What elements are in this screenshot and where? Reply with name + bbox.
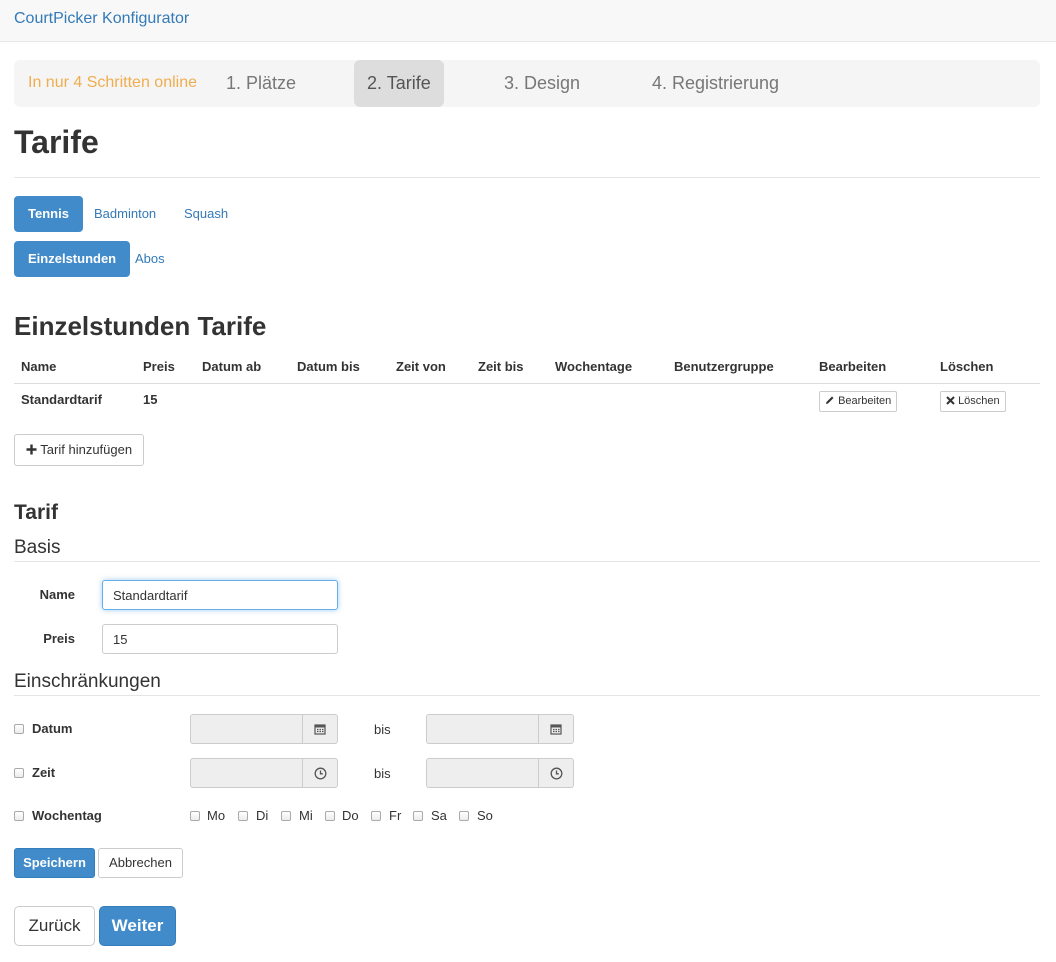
date-from-calendar-button[interactable] xyxy=(302,714,338,744)
col-header-loeschen: Löschen xyxy=(940,359,994,374)
weekday-do-checkbox[interactable] xyxy=(325,811,335,821)
weekday-sa-label: Sa xyxy=(431,808,447,823)
col-header-bearbeiten: Bearbeiten xyxy=(819,359,887,374)
tab-abos[interactable]: Abos xyxy=(121,241,179,277)
weekday-so-label: So xyxy=(477,808,493,823)
tab-squash[interactable]: Squash xyxy=(170,196,242,232)
table-title: Einzelstunden Tarife xyxy=(14,311,267,341)
time-from-field[interactable] xyxy=(190,758,303,788)
delete-button[interactable]: Löschen xyxy=(940,391,1006,412)
brand-link[interactable]: CourtPicker Konfigurator xyxy=(14,10,189,28)
tab-einzelstunden[interactable]: Einzelstunden xyxy=(14,241,131,277)
weekday-mo-label: Mo xyxy=(207,808,226,823)
name-label: Name xyxy=(39,587,75,602)
step-tarife[interactable]: 2. Tarife xyxy=(354,60,444,107)
col-header-wochentage: Wochentage xyxy=(555,359,633,374)
col-header-benutzergruppe: Benutzergruppe xyxy=(674,359,774,374)
weekday-mi-checkbox[interactable] xyxy=(281,811,291,821)
date-from-field[interactable] xyxy=(190,714,303,744)
step-design[interactable]: 3. Design xyxy=(491,60,593,107)
weekday-checkbox[interactable] xyxy=(14,811,24,821)
time-checkbox[interactable] xyxy=(14,768,24,778)
time-to-field[interactable] xyxy=(426,758,539,788)
row-price: 15 xyxy=(143,392,158,407)
time-to-clock-button[interactable] xyxy=(538,758,574,788)
weekday-mo-checkbox[interactable] xyxy=(190,811,200,821)
weekday-di-label: Di xyxy=(256,808,269,823)
clock-icon xyxy=(550,767,562,779)
edit-button-label: Bearbeiten xyxy=(838,395,892,407)
time-label: Zeit xyxy=(32,765,56,780)
cancel-button[interactable]: Abbrechen xyxy=(98,848,183,878)
time-bis-label: bis xyxy=(374,766,391,781)
step-registrierung[interactable]: 4. Registrierung xyxy=(639,60,792,107)
edit-button[interactable]: Bearbeiten xyxy=(819,391,898,412)
tab-badminton[interactable]: Badminton xyxy=(80,196,170,232)
name-field[interactable] xyxy=(102,580,338,610)
date-to-field[interactable] xyxy=(426,714,539,744)
date-checkbox[interactable] xyxy=(14,724,24,734)
weekday-fr-label: Fr xyxy=(389,808,402,823)
date-label: Datum xyxy=(32,721,73,736)
delete-button-label: Löschen xyxy=(958,395,1000,407)
price-field[interactable] xyxy=(102,624,338,654)
restrictions-legend: Einschränkungen xyxy=(14,671,161,692)
save-button[interactable]: Speichern xyxy=(14,848,95,878)
price-label: Preis xyxy=(43,631,75,646)
basis-legend: Basis xyxy=(14,537,61,558)
col-header-datum-bis: Datum bis xyxy=(297,359,360,374)
col-header-zeit-von: Zeit von xyxy=(396,359,446,374)
date-to-calendar-button[interactable] xyxy=(538,714,574,744)
col-header-datum-ab: Datum ab xyxy=(202,359,262,374)
plus-icon xyxy=(26,444,37,455)
col-header-zeit-bis: Zeit bis xyxy=(478,359,524,374)
basis-divider xyxy=(14,561,1040,562)
weekday-mi-label: Mi xyxy=(299,808,313,823)
add-tariff-button[interactable]: Tarif hinzufügen xyxy=(14,434,144,466)
close-icon xyxy=(946,396,955,405)
restrictions-divider xyxy=(14,695,1040,696)
weekday-so-checkbox[interactable] xyxy=(459,811,469,821)
back-button[interactable]: Zurück xyxy=(14,906,95,946)
col-header-preis: Preis xyxy=(143,359,175,374)
page-title: Tarife xyxy=(14,124,99,160)
add-tariff-label: Tarif hinzufügen xyxy=(40,442,133,457)
time-from-clock-button[interactable] xyxy=(302,758,338,788)
pencil-icon xyxy=(826,396,834,404)
next-button[interactable]: Weiter xyxy=(99,906,176,946)
weekday-di-checkbox[interactable] xyxy=(238,811,248,821)
step-plaetze[interactable]: 1. Plätze xyxy=(213,60,309,107)
date-bis-label: bis xyxy=(374,722,391,737)
wizard-steps: In nur 4 Schritten online 1. Plätze 2. T… xyxy=(14,60,1040,107)
weekday-do-label: Do xyxy=(342,808,359,823)
weekday-fr-checkbox[interactable] xyxy=(371,811,381,821)
table-header-divider xyxy=(14,383,1040,384)
steps-intro: In nur 4 Schritten online xyxy=(28,74,197,91)
col-header-name: Name xyxy=(21,359,57,374)
form-title: Tarif xyxy=(14,501,58,524)
navbar: CourtPicker Konfigurator xyxy=(0,0,1056,42)
row-name: Standardtarif xyxy=(21,392,102,407)
calendar-icon xyxy=(314,724,326,735)
divider xyxy=(14,177,1040,178)
clock-icon xyxy=(314,767,326,779)
weekday-sa-checkbox[interactable] xyxy=(413,811,423,821)
tab-tennis[interactable]: Tennis xyxy=(14,196,83,232)
calendar-icon xyxy=(550,724,562,735)
weekday-label: Wochentag xyxy=(32,808,102,823)
